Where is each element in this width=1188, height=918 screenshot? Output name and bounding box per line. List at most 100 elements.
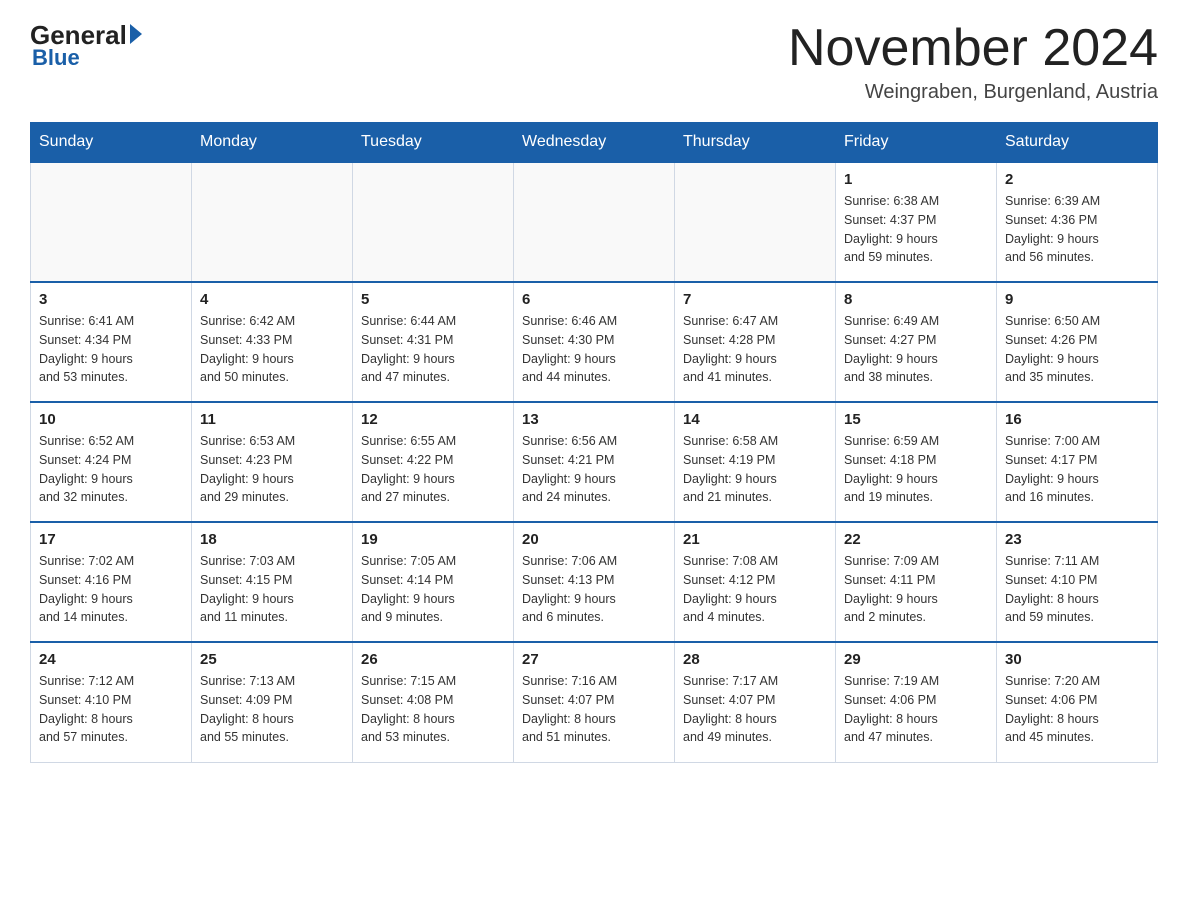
calendar-cell: 25 Sunrise: 7:13 AM Sunset: 4:09 PM Dayli… [192, 642, 353, 762]
calendar-week-4: 17 Sunrise: 7:02 AM Sunset: 4:16 PM Dayli… [31, 522, 1158, 642]
day-info: Sunrise: 7:15 AM Sunset: 4:08 PM Dayligh… [361, 672, 505, 747]
day-number: 18 [200, 531, 344, 548]
day-number: 17 [39, 531, 183, 548]
day-info: Sunrise: 7:08 AM Sunset: 4:12 PM Dayligh… [683, 552, 827, 627]
day-number: 4 [200, 291, 344, 308]
day-info: Sunrise: 6:58 AM Sunset: 4:19 PM Dayligh… [683, 432, 827, 507]
day-info: Sunrise: 6:50 AM Sunset: 4:26 PM Dayligh… [1005, 312, 1149, 387]
calendar-cell: 30 Sunrise: 7:20 AM Sunset: 4:06 PM Dayli… [997, 642, 1158, 762]
day-info: Sunrise: 6:53 AM Sunset: 4:23 PM Dayligh… [200, 432, 344, 507]
day-number: 2 [1005, 171, 1149, 188]
day-info: Sunrise: 7:02 AM Sunset: 4:16 PM Dayligh… [39, 552, 183, 627]
page-header: General Blue November 2024 Weingraben, B… [30, 20, 1158, 104]
day-info: Sunrise: 7:17 AM Sunset: 4:07 PM Dayligh… [683, 672, 827, 747]
calendar-cell [353, 162, 514, 282]
header-day-monday: Monday [192, 123, 353, 163]
calendar-cell: 17 Sunrise: 7:02 AM Sunset: 4:16 PM Dayli… [31, 522, 192, 642]
calendar-cell: 8 Sunrise: 6:49 AM Sunset: 4:27 PM Daylig… [836, 282, 997, 402]
day-info: Sunrise: 7:12 AM Sunset: 4:10 PM Dayligh… [39, 672, 183, 747]
calendar-cell: 14 Sunrise: 6:58 AM Sunset: 4:19 PM Dayli… [675, 402, 836, 522]
calendar-week-2: 3 Sunrise: 6:41 AM Sunset: 4:34 PM Daylig… [31, 282, 1158, 402]
day-info: Sunrise: 7:03 AM Sunset: 4:15 PM Dayligh… [200, 552, 344, 627]
day-info: Sunrise: 7:05 AM Sunset: 4:14 PM Dayligh… [361, 552, 505, 627]
page-title: November 2024 [788, 20, 1158, 77]
day-number: 15 [844, 411, 988, 428]
day-number: 5 [361, 291, 505, 308]
calendar-cell: 13 Sunrise: 6:56 AM Sunset: 4:21 PM Dayli… [514, 402, 675, 522]
day-number: 6 [522, 291, 666, 308]
calendar-cell: 15 Sunrise: 6:59 AM Sunset: 4:18 PM Dayli… [836, 402, 997, 522]
calendar-cell: 7Sunrise: 6:47 AM Sunset: 4:28 PM Daylig… [675, 282, 836, 402]
day-number: 9 [1005, 291, 1149, 308]
day-info: Sunrise: 6:59 AM Sunset: 4:18 PM Dayligh… [844, 432, 988, 507]
calendar-cell: 29 Sunrise: 7:19 AM Sunset: 4:06 PM Dayli… [836, 642, 997, 762]
calendar-cell: 6Sunrise: 6:46 AM Sunset: 4:30 PM Daylig… [514, 282, 675, 402]
calendar-cell: 28 Sunrise: 7:17 AM Sunset: 4:07 PM Dayli… [675, 642, 836, 762]
calendar-cell: 19Sunrise: 7:05 AM Sunset: 4:14 PM Dayli… [353, 522, 514, 642]
day-info: Sunrise: 7:20 AM Sunset: 4:06 PM Dayligh… [1005, 672, 1149, 747]
day-number: 1 [844, 171, 988, 188]
day-number: 22 [844, 531, 988, 548]
calendar-cell: 21Sunrise: 7:08 AM Sunset: 4:12 PM Dayli… [675, 522, 836, 642]
calendar-cell: 22 Sunrise: 7:09 AM Sunset: 4:11 PM Dayli… [836, 522, 997, 642]
day-number: 8 [844, 291, 988, 308]
calendar-cell: 1 Sunrise: 6:38 AM Sunset: 4:37 PM Daylig… [836, 162, 997, 282]
header-day-tuesday: Tuesday [353, 123, 514, 163]
calendar-cell: 11 Sunrise: 6:53 AM Sunset: 4:23 PM Dayli… [192, 402, 353, 522]
calendar-cell [675, 162, 836, 282]
header-day-friday: Friday [836, 123, 997, 163]
title-area: November 2024 Weingraben, Burgenland, Au… [788, 20, 1158, 104]
day-info: Sunrise: 7:13 AM Sunset: 4:09 PM Dayligh… [200, 672, 344, 747]
day-number: 12 [361, 411, 505, 428]
calendar-cell: 16 Sunrise: 7:00 AM Sunset: 4:17 PM Dayli… [997, 402, 1158, 522]
calendar-week-5: 24Sunrise: 7:12 AM Sunset: 4:10 PM Dayli… [31, 642, 1158, 762]
day-number: 11 [200, 411, 344, 428]
day-number: 25 [200, 651, 344, 668]
calendar-cell: 12 Sunrise: 6:55 AM Sunset: 4:22 PM Dayli… [353, 402, 514, 522]
logo: General Blue [30, 20, 142, 71]
day-number: 3 [39, 291, 183, 308]
day-info: Sunrise: 7:09 AM Sunset: 4:11 PM Dayligh… [844, 552, 988, 627]
calendar-cell: 3 Sunrise: 6:41 AM Sunset: 4:34 PM Daylig… [31, 282, 192, 402]
day-number: 28 [683, 651, 827, 668]
day-number: 27 [522, 651, 666, 668]
day-info: Sunrise: 7:16 AM Sunset: 4:07 PM Dayligh… [522, 672, 666, 747]
calendar-cell: 5 Sunrise: 6:44 AM Sunset: 4:31 PM Daylig… [353, 282, 514, 402]
calendar-cell: 9 Sunrise: 6:50 AM Sunset: 4:26 PM Daylig… [997, 282, 1158, 402]
day-info: Sunrise: 7:11 AM Sunset: 4:10 PM Dayligh… [1005, 552, 1149, 627]
day-info: Sunrise: 7:19 AM Sunset: 4:06 PM Dayligh… [844, 672, 988, 747]
day-info: Sunrise: 7:00 AM Sunset: 4:17 PM Dayligh… [1005, 432, 1149, 507]
day-number: 14 [683, 411, 827, 428]
day-number: 23 [1005, 531, 1149, 548]
calendar-week-3: 10Sunrise: 6:52 AM Sunset: 4:24 PM Dayli… [31, 402, 1158, 522]
calendar-cell: 10Sunrise: 6:52 AM Sunset: 4:24 PM Dayli… [31, 402, 192, 522]
day-info: Sunrise: 6:49 AM Sunset: 4:27 PM Dayligh… [844, 312, 988, 387]
calendar-header-row: SundayMondayTuesdayWednesdayThursdayFrid… [31, 123, 1158, 163]
header-day-wednesday: Wednesday [514, 123, 675, 163]
day-info: Sunrise: 6:47 AM Sunset: 4:28 PM Dayligh… [683, 312, 827, 387]
calendar-cell: 18 Sunrise: 7:03 AM Sunset: 4:15 PM Dayli… [192, 522, 353, 642]
day-info: Sunrise: 6:56 AM Sunset: 4:21 PM Dayligh… [522, 432, 666, 507]
day-info: Sunrise: 6:55 AM Sunset: 4:22 PM Dayligh… [361, 432, 505, 507]
logo-blue: Blue [32, 45, 80, 71]
calendar-cell: 2Sunrise: 6:39 AM Sunset: 4:36 PM Daylig… [997, 162, 1158, 282]
day-info: Sunrise: 6:38 AM Sunset: 4:37 PM Dayligh… [844, 192, 988, 267]
day-number: 13 [522, 411, 666, 428]
header-day-saturday: Saturday [997, 123, 1158, 163]
day-info: Sunrise: 6:44 AM Sunset: 4:31 PM Dayligh… [361, 312, 505, 387]
day-info: Sunrise: 6:42 AM Sunset: 4:33 PM Dayligh… [200, 312, 344, 387]
calendar-cell: 20Sunrise: 7:06 AM Sunset: 4:13 PM Dayli… [514, 522, 675, 642]
day-number: 16 [1005, 411, 1149, 428]
calendar-cell [192, 162, 353, 282]
calendar-cell: 27 Sunrise: 7:16 AM Sunset: 4:07 PM Dayli… [514, 642, 675, 762]
calendar-cell: 26Sunrise: 7:15 AM Sunset: 4:08 PM Dayli… [353, 642, 514, 762]
calendar-cell [514, 162, 675, 282]
logo-arrow-icon [130, 24, 142, 44]
day-number: 29 [844, 651, 988, 668]
day-info: Sunrise: 6:41 AM Sunset: 4:34 PM Dayligh… [39, 312, 183, 387]
calendar-week-1: 1 Sunrise: 6:38 AM Sunset: 4:37 PM Daylig… [31, 162, 1158, 282]
day-info: Sunrise: 7:06 AM Sunset: 4:13 PM Dayligh… [522, 552, 666, 627]
calendar-table: SundayMondayTuesdayWednesdayThursdayFrid… [30, 122, 1158, 763]
calendar-cell [31, 162, 192, 282]
day-number: 30 [1005, 651, 1149, 668]
